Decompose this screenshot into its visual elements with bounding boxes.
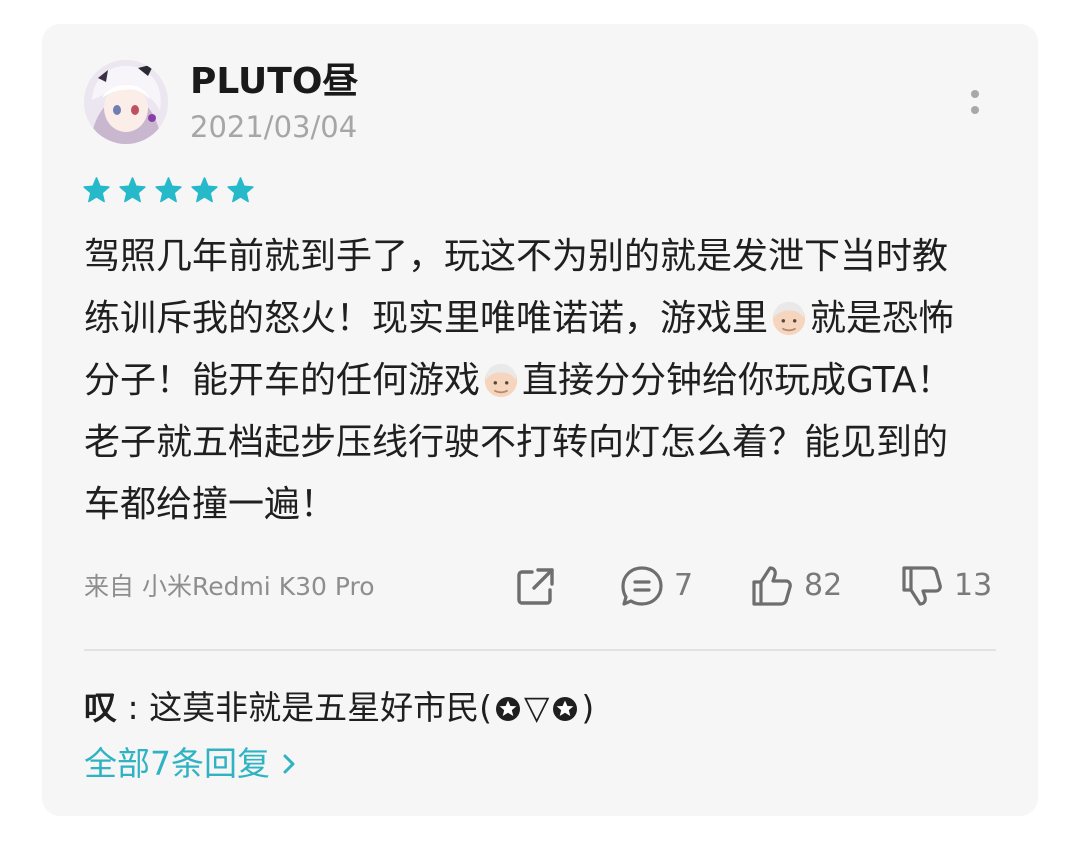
review-text-line: 驾照几年前就到手了，玩这不为别的就是发泄下当时教 (84, 236, 949, 277)
review-text-line: 练训斥我的怒火！现实里唯唯诺诺，游戏里 就是恐怖 (84, 298, 955, 339)
review-date: 2021/03/04 (190, 110, 358, 144)
thumbs-up-icon (752, 566, 792, 606)
device-info: 来自 小米Redmi K30 Pro (84, 572, 375, 601)
share-button[interactable] (512, 562, 560, 610)
username[interactable]: PLUTO昼 (190, 62, 358, 102)
star-icon (155, 177, 182, 203)
divider (84, 649, 996, 651)
star-icon (191, 177, 218, 203)
comment-button[interactable]: 7 (618, 562, 693, 610)
reply-text-end: ) (581, 688, 595, 727)
star-icon (83, 177, 110, 203)
star-rating (82, 176, 255, 205)
reply-text: 这莫非就是五星好市民( (149, 688, 492, 727)
more-icon[interactable] (960, 84, 990, 120)
star-icon (227, 177, 254, 203)
avatar[interactable] (84, 60, 168, 144)
dislike-count: 13 (954, 568, 993, 603)
star-icon (119, 177, 146, 203)
reply-separator: : (117, 688, 150, 727)
review-text-line: 车都给撞一遍！ (84, 484, 337, 525)
reply-preview[interactable]: 叹 : 这莫非就是五星好市民( ▽) (84, 688, 594, 728)
like-count: 82 (804, 568, 843, 603)
old-man-emoji (484, 363, 518, 398)
review-text: 驾照几年前就到手了，玩这不为别的就是发泄下当时教 练训斥我的怒火！现实里唯唯诺诺… (84, 226, 984, 536)
all-replies-link[interactable]: 全部7条回复 (84, 744, 298, 784)
reply-text-middle: ▽ (523, 688, 550, 727)
chevron-right-icon (283, 754, 295, 774)
like-button[interactable]: 82 (748, 562, 842, 610)
comment-icon (621, 566, 663, 606)
star-face-icon (553, 697, 578, 721)
all-replies-label: 全部7条回复 (84, 744, 270, 783)
share-icon (517, 568, 554, 605)
review-card: PLUTO昼 2021/03/04 驾照几年前就到手了，玩这不为别的就是发泄下当… (42, 24, 1038, 816)
review-text-line: 分子！能开车的任何游戏 直接分分钟给你玩成GTA！ (84, 360, 953, 401)
star-face-icon (495, 697, 520, 721)
thumbs-down-icon (902, 566, 942, 606)
old-man-emoji (772, 301, 806, 336)
dislike-button[interactable]: 13 (898, 562, 992, 610)
comment-count: 7 (674, 568, 694, 603)
review-text-line: 老子就五档起步压线行驶不打转向灯怎么着？能见到的 (84, 422, 949, 463)
reply-author[interactable]: 叹 (84, 688, 117, 727)
